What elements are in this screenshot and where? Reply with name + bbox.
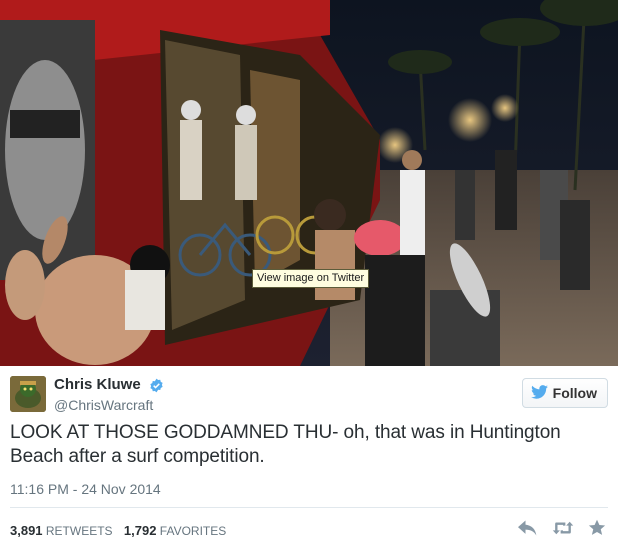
author-display-name[interactable]: Chris Kluwe <box>54 376 141 394</box>
tweet-timestamp[interactable]: 11:16 PM - 24 Nov 2014 <box>10 481 161 497</box>
star-icon[interactable] <box>588 519 606 542</box>
tweet-photo[interactable]: View image on Twitter <box>0 0 618 366</box>
tweet-text: LOOK AT THOSE GODDAMNED THU- oh, that wa… <box>10 422 561 467</box>
follow-button-label: Follow <box>552 385 597 401</box>
avatar-image <box>10 376 46 412</box>
verified-check-icon <box>149 378 164 393</box>
reply-icon[interactable] <box>518 520 538 541</box>
retweets-stat[interactable]: 3,891 Retweets <box>10 523 116 538</box>
favorites-count: 1,792 <box>123 523 157 538</box>
author-block: Chris Kluwe @ChrisWarcraft <box>54 376 164 414</box>
retweets-label: Retweets <box>45 524 113 538</box>
tweet-actions <box>518 519 606 542</box>
street-scene-image <box>0 0 618 366</box>
favorites-stat[interactable]: 1,792 Favorites <box>123 523 227 538</box>
tweet-stats: 3,891 Retweets 1,792 Favorites <box>10 523 234 538</box>
divider <box>10 507 608 508</box>
author-screen-name[interactable]: @ChrisWarcraft <box>54 397 164 414</box>
retweets-count: 3,891 <box>10 523 43 538</box>
avatar[interactable] <box>10 376 46 412</box>
tweet-header: Chris Kluwe @ChrisWarcraft Follow <box>10 376 608 416</box>
view-image-tooltip: View image on Twitter <box>252 269 370 288</box>
favorites-label: Favorites <box>159 524 227 538</box>
tweet-embed: View image on Twitter Chris Kluwe @Chris… <box>0 0 618 550</box>
twitter-bird-icon <box>530 384 548 402</box>
retweet-icon[interactable] <box>552 520 574 541</box>
follow-button[interactable]: Follow <box>521 378 608 408</box>
